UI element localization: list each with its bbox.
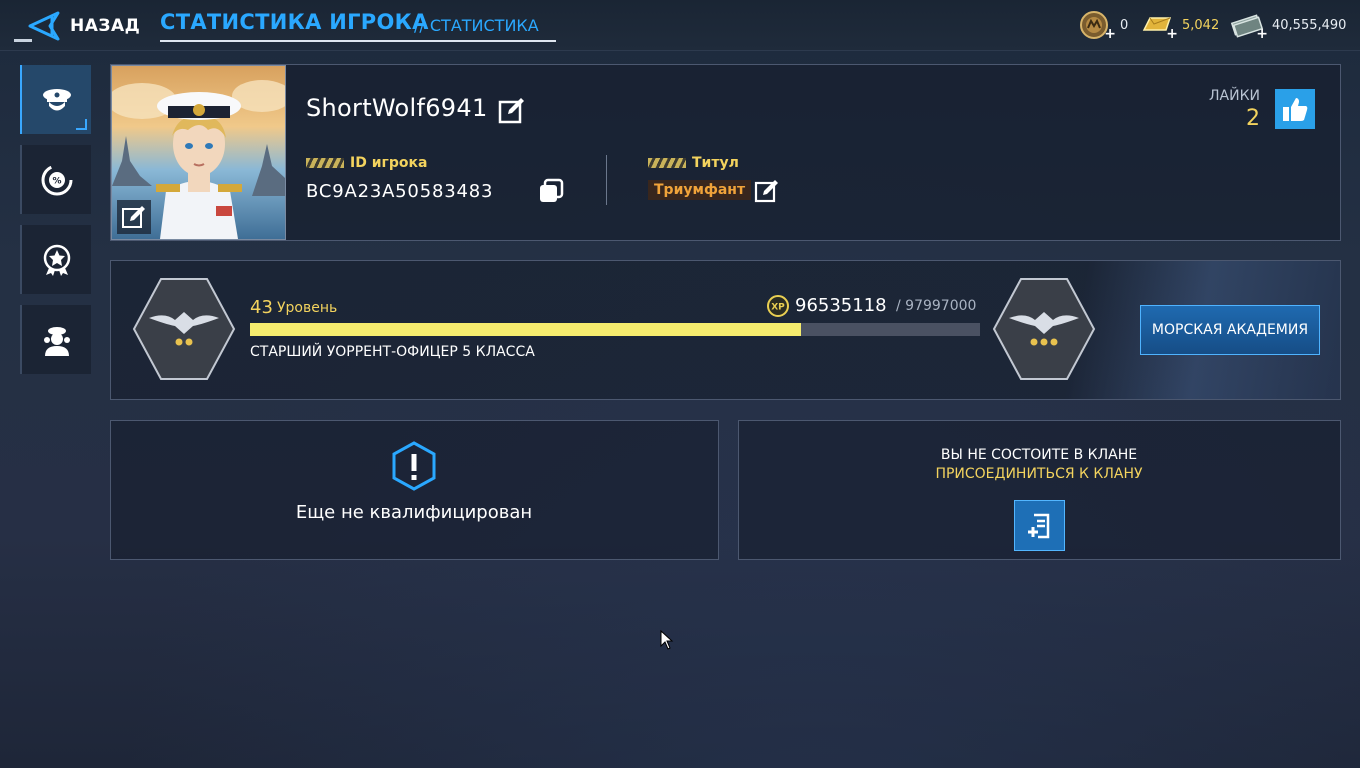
- mouse-cursor: [660, 630, 674, 650]
- avatar[interactable]: [111, 65, 286, 240]
- xp-max: / 97997000: [896, 298, 977, 314]
- next-rank-badge: [991, 276, 1097, 382]
- title-label-text: Титул: [692, 155, 739, 171]
- edit-icon: [498, 98, 524, 124]
- xp-coin-icon: XP: [767, 295, 789, 317]
- tab-stats[interactable]: %: [20, 145, 91, 214]
- player-id-label: ID игрока: [306, 155, 427, 171]
- profile-panel: [110, 64, 1341, 241]
- money-currency[interactable]: + 40,555,490: [1230, 10, 1347, 42]
- rank-title: СТАРШИЙ УОРРЕНТ-ОФИЦЕР 5 КЛАССА: [250, 344, 535, 360]
- edit-title-button[interactable]: [754, 178, 780, 204]
- percent-gauge-icon: %: [41, 164, 72, 195]
- title-badge: Триумфант: [648, 180, 752, 200]
- page-subtitle: // СТАТИСТИКА: [414, 16, 539, 35]
- player-name: ShortWolf6941: [306, 94, 488, 122]
- active-corner: [76, 119, 87, 130]
- edit-icon: [122, 206, 145, 228]
- tab-profile[interactable]: [20, 65, 91, 134]
- crew-icon: [43, 326, 70, 356]
- back-arrow-icon: [28, 11, 60, 41]
- like-button[interactable]: [1275, 89, 1315, 129]
- level-number: 43: [250, 297, 273, 318]
- join-clan-button[interactable]: [1014, 500, 1065, 551]
- page-title-area: СТАТИСТИКА ИГРОКА // СТАТИСТИКА: [160, 8, 556, 42]
- label-stripes: [648, 158, 686, 168]
- gold-bar-icon: +: [1140, 10, 1178, 42]
- medal-value: 0: [1120, 17, 1129, 33]
- join-clan-link[interactable]: ПРИСОЕДИНИТЬСЯ К КЛАНУ: [738, 466, 1340, 482]
- player-id-value: BC9A23A50583483: [306, 181, 494, 202]
- level-word: Уровень: [277, 300, 338, 316]
- medal-coin-icon: +: [1078, 10, 1116, 42]
- back-label: НАЗАД: [70, 16, 141, 36]
- edit-name-button[interactable]: [498, 96, 526, 124]
- gold-value: 5,042: [1182, 17, 1220, 33]
- tab-crew[interactable]: [20, 305, 91, 374]
- title-indicator: [14, 39, 32, 42]
- player-id-label-text: ID игрока: [350, 155, 428, 171]
- clan-status: ВЫ НЕ СОСТОИТЕ В КЛАНЕ: [940, 447, 1138, 463]
- copy-icon: [540, 178, 564, 202]
- xp-progress-fill: [250, 323, 802, 336]
- clan-join-icon: [1027, 513, 1049, 538]
- likes-label: ЛАЙКИ: [1209, 88, 1260, 104]
- top-bar: НАЗАД СТАТИСТИКА ИГРОКА // СТАТИСТИКА + …: [0, 0, 1360, 51]
- divider: [606, 155, 607, 205]
- xp-current: 96535118: [795, 295, 887, 316]
- svg-text:XP: XP: [771, 303, 785, 313]
- plus-icon: +: [1166, 26, 1178, 42]
- gold-currency[interactable]: + 5,042: [1140, 10, 1220, 42]
- edit-avatar-button[interactable]: [117, 200, 151, 234]
- plus-icon: +: [1256, 26, 1268, 42]
- qualification-status: Еще не квалифицирован: [295, 502, 533, 523]
- page-title: СТАТИСТИКА ИГРОКА: [160, 10, 429, 34]
- warning-hexagon-icon: [392, 441, 436, 491]
- tab-achievements[interactable]: [20, 225, 91, 294]
- back-button[interactable]: НАЗАД: [28, 10, 140, 42]
- title-label: Титул: [648, 155, 739, 171]
- xp-progress-bar: [250, 323, 980, 336]
- plus-icon: +: [1104, 26, 1116, 42]
- copy-id-button[interactable]: [538, 178, 564, 204]
- likes-count: 2: [1246, 106, 1260, 131]
- current-rank-badge: [131, 276, 237, 382]
- naval-academy-button[interactable]: МОРСКАЯ АКАДЕМИЯ: [1140, 305, 1320, 355]
- label-stripes: [306, 158, 344, 168]
- star-medal-icon: [43, 244, 70, 276]
- svg-text:%: %: [52, 176, 61, 186]
- banknotes-icon: +: [1230, 10, 1268, 42]
- captain-hat-icon: [42, 88, 71, 110]
- thumbs-up-icon: [1283, 98, 1308, 121]
- money-value: 40,555,490: [1272, 17, 1347, 33]
- medal-currency[interactable]: + 0: [1078, 10, 1129, 42]
- edit-icon: [754, 180, 778, 203]
